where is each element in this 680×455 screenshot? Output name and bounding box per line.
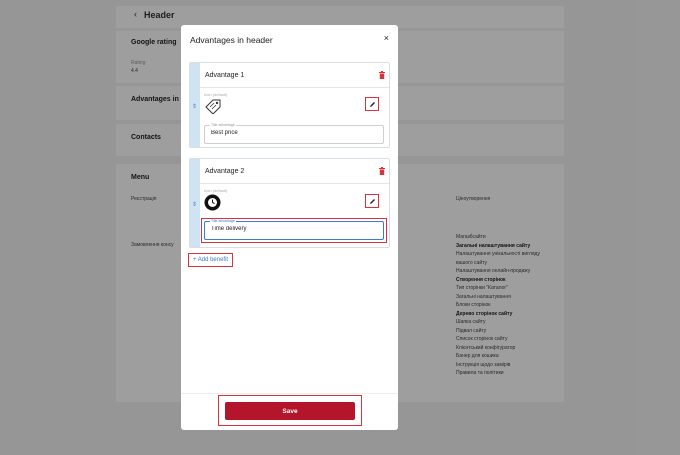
title-advantage-label: Title advantage [210, 219, 236, 223]
edit-icon-button[interactable] [365, 97, 379, 111]
delivery-clock-icon [204, 194, 221, 211]
drag-handle[interactable]: ⇕ [190, 63, 200, 147]
pencil-icon [369, 101, 375, 107]
title-advantage-input[interactable] [211, 226, 371, 232]
advantage-name: Advantage 2 [205, 168, 245, 175]
close-icon[interactable]: × [384, 33, 389, 43]
trash-icon[interactable] [379, 167, 385, 175]
advantages-modal: Advantages in header × ⇕ Advantage 1 Ico… [181, 25, 398, 430]
title-advantage-label: Title advantage [210, 123, 236, 127]
modal-title: Advantages in header [190, 35, 273, 45]
icon-label: Icon (default) [204, 92, 228, 97]
trash-icon[interactable] [379, 71, 385, 79]
pencil-icon [369, 198, 375, 204]
title-advantage-field[interactable]: Title advantage [204, 219, 384, 240]
price-tag-icon [205, 99, 221, 114]
save-button[interactable]: Save [225, 402, 355, 420]
drag-handle[interactable]: ⇕ [190, 159, 200, 247]
edit-icon-button[interactable] [365, 194, 379, 208]
divider [200, 183, 389, 184]
title-advantage-field[interactable]: Title advantage [204, 123, 384, 144]
add-benefit-button[interactable]: + Add benefit [188, 253, 233, 267]
save-highlight: Save [218, 395, 362, 426]
title-advantage-input[interactable] [211, 130, 371, 136]
footer-divider [181, 393, 398, 394]
drag-arrows-icon: ⇕ [192, 104, 198, 110]
advantage-item: ⇕ Advantage 1 Icon (default) Title advan… [189, 62, 390, 148]
advantage-name: Advantage 1 [205, 72, 245, 79]
drag-arrows-icon: ⇕ [192, 202, 198, 208]
divider [200, 87, 389, 88]
advantage-item: ⇕ Advantage 2 Icon (default) Title advan… [189, 158, 390, 248]
icon-label: Icon (default) [204, 188, 228, 193]
